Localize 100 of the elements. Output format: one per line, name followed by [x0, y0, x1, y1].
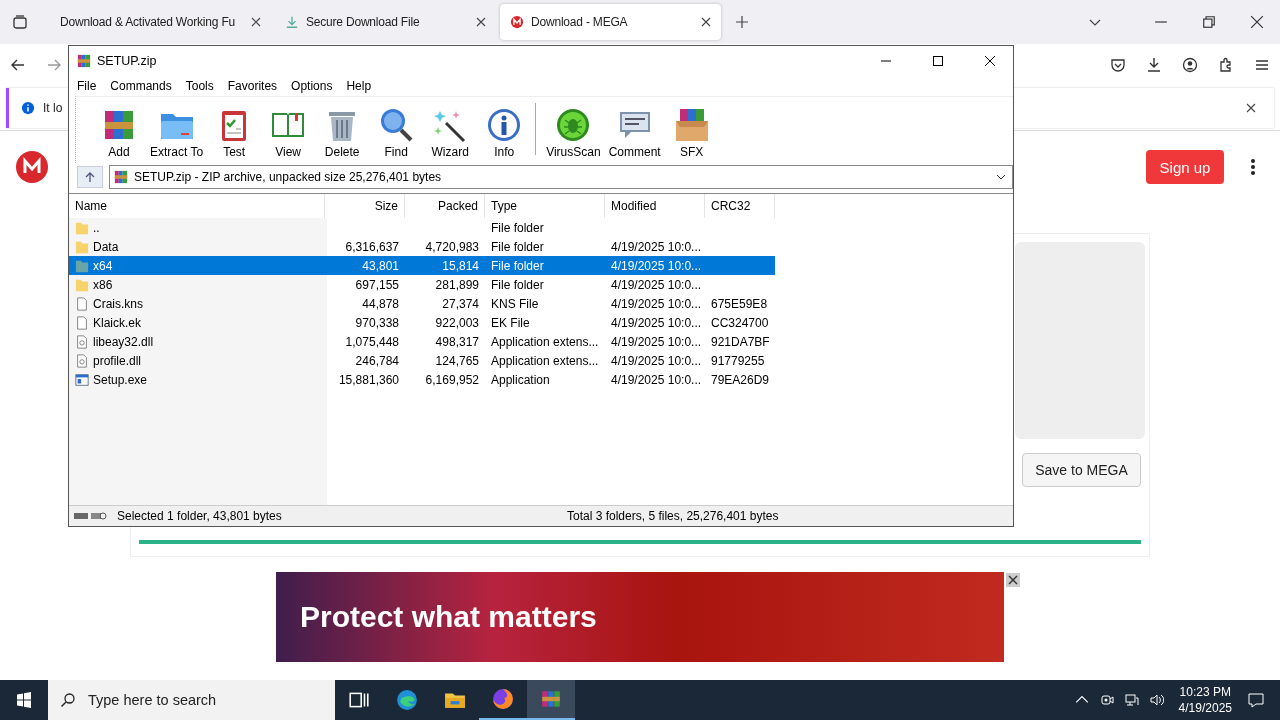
column-header[interactable]: Size — [325, 194, 405, 218]
table-cell: 6,169,952 — [425, 372, 479, 387]
table-cell: Application — [491, 372, 550, 387]
table-cell: x86 — [93, 277, 113, 292]
table-cell: 27,374 — [442, 296, 479, 311]
table-cell: 4,720,983 — [425, 239, 479, 254]
file-row[interactable]: Klaick.ek 970,338 922,003 EK File 4/19/2025 10:0... CC324700 — [69, 313, 775, 332]
table-cell: 4/19/2025 10:0... — [611, 258, 702, 273]
close-icon[interactable] — [701, 17, 711, 27]
volume-icon[interactable] — [1149, 693, 1164, 707]
download-icon[interactable] — [1146, 57, 1162, 73]
table-cell: Crais.kns — [93, 296, 143, 311]
path-text: SETUP.zip - ZIP archive, unpacked size 25,276,401 bytes — [134, 170, 442, 184]
window-title: SETUP.zip — [97, 54, 157, 68]
windows-start-icon[interactable] — [16, 692, 32, 708]
table-cell: 15,814 — [442, 258, 479, 273]
path-dropdown[interactable]: SETUP.zip - ZIP archive, unpacked size 25,276,401 bytes — [109, 165, 1013, 189]
toolbar-button[interactable]: VirusScan — [542, 107, 605, 159]
taskbar-search-field[interactable]: Type here to search — [48, 680, 335, 720]
toolbar-button[interactable]: Comment — [604, 107, 665, 159]
column-header[interactable]: CRC32 — [705, 194, 775, 218]
close-icon[interactable] — [984, 55, 996, 67]
table-cell: EK File — [491, 315, 530, 330]
toolbar-button[interactable]: Info — [477, 107, 532, 159]
toolbar-button[interactable]: Extract To — [146, 107, 208, 159]
table-cell: 15,881,360 — [338, 372, 399, 387]
table-cell: 4/19/2025 10:0... — [611, 334, 702, 349]
table-cell: 4/19/2025 10:0... — [611, 353, 702, 368]
forward-arrow-icon[interactable] — [46, 57, 62, 73]
close-icon[interactable] — [1250, 15, 1264, 29]
ad-banner[interactable]: Protect what matters — [276, 572, 1004, 662]
up-folder-button[interactable] — [77, 166, 103, 188]
table-cell: 124,765 — [435, 353, 479, 368]
tab-list-icon[interactable] — [12, 14, 28, 30]
camera-icon[interactable] — [1099, 693, 1114, 707]
close-icon[interactable] — [476, 17, 486, 27]
folder-icon — [75, 258, 89, 273]
status-text: Selected 1 folder, 43,801 bytes — [117, 509, 283, 523]
more-options-icon[interactable] — [1250, 158, 1256, 176]
chevron-down-icon[interactable] — [996, 172, 1006, 182]
menu-item[interactable]: Options — [291, 79, 333, 93]
file-row[interactable]: profile.dll 246,784 124,765 Application extens... 4/19/2025 10:0... 91779255 — [69, 351, 775, 370]
toolbar-button[interactable]: Delete — [315, 107, 370, 159]
menu-item[interactable]: Help — [346, 79, 372, 93]
file-row[interactable]: x86 697,155 281,899 File folder 4/19/2025 10:0... — [69, 275, 775, 294]
clock-date[interactable]: 4/19/2025 — [1178, 700, 1232, 716]
drive-icon — [73, 510, 107, 522]
pocket-icon[interactable] — [1110, 57, 1126, 73]
network-icon[interactable] — [1124, 693, 1139, 707]
column-header[interactable]: Type — [485, 194, 605, 218]
browser-tab[interactable]: Download & Activated Working Fu — [50, 4, 271, 40]
table-cell: 44,878 — [362, 296, 399, 311]
table-cell: Setup.exe — [93, 372, 148, 387]
file-row[interactable]: .. File folder — [69, 218, 775, 237]
toolbar-button[interactable]: SFX — [664, 107, 719, 159]
menu-item[interactable]: Commands — [110, 79, 172, 93]
file-row[interactable]: libeay32.dll 1,075,448 498,317 Application extens... 4/19/2025 10:0... 921DA7BF — [69, 332, 775, 351]
menu-item[interactable]: File — [77, 79, 97, 93]
table-cell: .. — [93, 220, 100, 235]
toolbar-button[interactable]: Test — [207, 107, 262, 159]
file-row[interactable]: Data 6,316,637 4,720,983 File folder 4/19/2025 10:0... — [69, 237, 775, 256]
menu-icon[interactable] — [1254, 57, 1270, 73]
search-input[interactable]: Type here to search — [86, 691, 320, 709]
close-icon[interactable] — [1246, 103, 1256, 113]
sign-up-button[interactable]: Sign up — [1146, 150, 1224, 184]
browser-tab[interactable]: Secure Download File — [275, 4, 496, 40]
file-row[interactable]: x64 43,801 15,814 File folder 4/19/2025 10:0... — [69, 256, 775, 275]
close-icon[interactable] — [251, 17, 261, 27]
column-header[interactable]: Modified — [605, 194, 705, 218]
column-header[interactable]: Name — [69, 194, 325, 218]
column-header[interactable]: Packed — [405, 194, 485, 218]
table-cell: 43,801 — [362, 258, 399, 273]
browser-tab[interactable]: Download - MEGA — [500, 4, 721, 40]
account-icon[interactable] — [1182, 57, 1198, 73]
file-row[interactable]: Setup.exe 15,881,360 6,169,952 Application 4/19/2025 10:0... 79EA26D9 — [69, 370, 775, 389]
table-cell: File folder — [491, 258, 544, 273]
notification-icon[interactable] — [1248, 692, 1264, 708]
clock-time[interactable]: 10:23 PM — [1179, 684, 1231, 700]
file-row[interactable]: Crais.kns 44,878 27,374 KNS File 4/19/2025 10:0... 675E59E8 — [69, 294, 775, 313]
table-cell: 281,899 — [435, 277, 479, 292]
m-logo-icon[interactable] — [16, 151, 48, 183]
table-cell: 970,338 — [355, 315, 399, 330]
close-icon[interactable] — [1006, 573, 1020, 587]
menu-item[interactable]: Favorites — [227, 79, 278, 93]
toolbar-button[interactable]: Wizard — [423, 107, 478, 159]
table-cell: 697,155 — [355, 277, 399, 292]
table-cell: Klaick.ek — [93, 315, 142, 330]
table-cell: Application extens... — [491, 353, 599, 368]
table-cell: Application extens... — [491, 334, 599, 349]
toolbar-button[interactable]: Add — [92, 107, 146, 159]
menu-item[interactable]: Tools — [185, 79, 214, 93]
restore-icon[interactable] — [1202, 15, 1216, 29]
maximize-icon[interactable] — [932, 55, 944, 67]
back-arrow-icon[interactable] — [10, 57, 26, 73]
save-to-mega-button[interactable]: Save to MEGA — [1022, 453, 1141, 487]
table-cell: 498,317 — [435, 334, 479, 349]
toolbar-button[interactable]: Find — [369, 107, 424, 159]
new-tab-icon[interactable] — [735, 15, 749, 29]
puzzle-icon[interactable] — [1218, 57, 1234, 73]
toolbar-button[interactable]: View — [261, 107, 316, 159]
